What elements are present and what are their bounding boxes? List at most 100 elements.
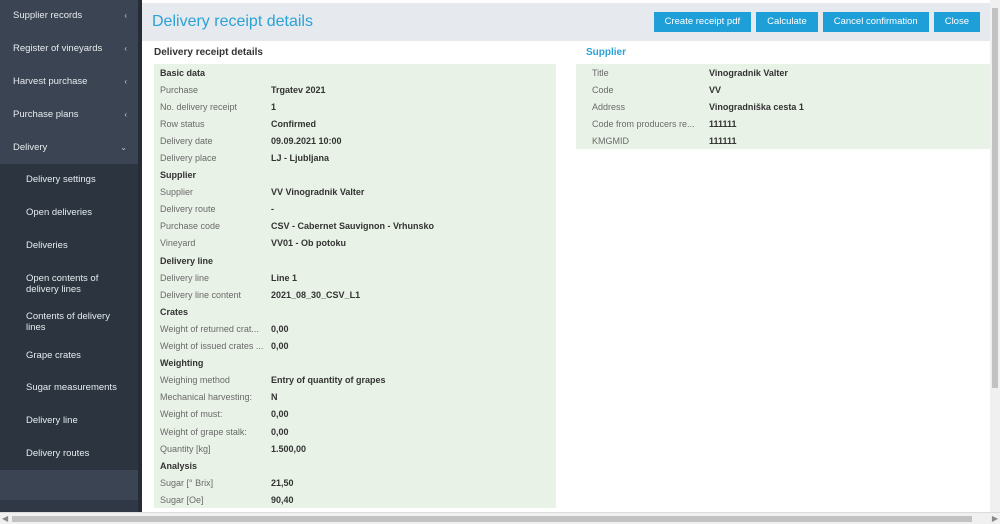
sidebar-subitem-label: Delivery routes	[26, 447, 90, 459]
cancel-confirmation-button[interactable]: Cancel confirmation	[822, 12, 929, 32]
field-label: Delivery date	[160, 135, 213, 146]
field-value: Vinogradniška cesta 1	[709, 101, 804, 112]
group-label: Basic data	[160, 67, 206, 78]
field-value: Line 1	[271, 272, 298, 283]
field-row: Delivery place LJ - Ljubljana	[154, 149, 556, 166]
close-button[interactable]: Close	[933, 12, 980, 32]
field-label: Address	[592, 101, 626, 112]
field-row: Code from producers re... 111111	[576, 115, 990, 132]
field-row: Sugar [Oe] 90,40	[154, 491, 556, 508]
field-label: Sugar [° Brix]	[160, 477, 214, 488]
scroll-right-icon[interactable]: ▶	[992, 514, 998, 523]
sidebar-subitem-delivery-line[interactable]: Delivery line	[0, 404, 138, 438]
sidebar-subitem-open-deliveries[interactable]: Open deliveries	[0, 196, 138, 230]
field-value: 90,40	[271, 494, 294, 505]
field-value: Trgatev 2021	[271, 84, 326, 95]
vertical-scrollbar[interactable]	[990, 0, 1000, 512]
field-value: 0,00	[271, 323, 289, 334]
sidebar-subitem-label: Deliveries	[26, 239, 68, 251]
chevron-left-icon: ‹	[124, 11, 127, 21]
field-value: VV01 - Ob potoku	[271, 238, 347, 249]
sidebar-subitem-open-contents-of-delivery-lines[interactable]: Open contents of delivery lines	[0, 262, 138, 307]
sidebar-subitem-contents-of-delivery-lines[interactable]: Contents of delivery lines	[0, 306, 138, 340]
field-row: Title Vinogradnik Valter	[576, 64, 990, 81]
field-row: Delivery line content 2021_08_30_CSV_L1	[154, 286, 556, 303]
field-value: 09.09.2021 10:00	[271, 135, 342, 146]
sidebar-subitem-grape-crates[interactable]: Grape crates	[0, 339, 138, 372]
sidebar-subitem-label: Delivery line	[26, 415, 78, 427]
field-label: Row status	[160, 118, 205, 129]
field-label: No. delivery receipt	[160, 101, 238, 112]
field-row: KMGMID 111111	[576, 132, 990, 149]
field-value: Vinogradnik Valter	[709, 67, 788, 78]
group-header: Basic data	[154, 64, 556, 81]
sidebar-subitem-label: Open contents of delivery lines	[26, 272, 99, 295]
field-label: Purchase	[160, 84, 199, 95]
field-value: Entry of quantity of grapes	[271, 375, 386, 386]
section-title: Delivery receipt details	[154, 47, 263, 58]
horizontal-scrollbar[interactable]: ◀ ▶	[0, 512, 1000, 524]
create-receipt-pdf-button[interactable]: Create receipt pdf	[653, 12, 752, 32]
field-row: Weight of returned crat... 0,00	[154, 320, 556, 337]
field-value: 0,00	[271, 426, 289, 437]
sidebar-item-label: Supplier records	[13, 10, 83, 22]
field-value: LJ - Ljubljana	[271, 153, 330, 164]
field-label: Code	[592, 84, 614, 95]
main-content: Delivery receipt details Create receipt …	[142, 0, 990, 512]
header-actions: Create receipt pdf Calculate Cancel conf…	[653, 12, 980, 32]
field-label: Vineyard	[160, 238, 196, 249]
field-label: Delivery line content	[160, 289, 242, 300]
sidebar-item-label: Register of vineyards	[13, 43, 103, 55]
group-label: Delivery line	[160, 255, 214, 266]
field-row: No. delivery receipt 1	[154, 98, 556, 115]
field-row: Quantity [kg] 1.500,00	[154, 440, 556, 457]
sidebar-subitem-sugar-measurements[interactable]: Sugar measurements	[0, 371, 138, 405]
sidebar-subitem-delivery-settings[interactable]: Delivery settings	[0, 163, 138, 197]
field-label: Weight of must:	[160, 409, 223, 420]
sidebar-item-register-of-vineyards[interactable]: Register of vineyards ‹	[0, 32, 138, 66]
calculate-button[interactable]: Calculate	[756, 12, 818, 32]
field-value: CSV - Cabernet Sauvignon - Vrhunsko	[271, 221, 435, 232]
scrollbar-thumb[interactable]	[992, 8, 998, 388]
scrollbar-thumb[interactable]	[12, 516, 972, 522]
chevron-left-icon: ‹	[124, 76, 127, 86]
sidebar-item-delivery[interactable]: Delivery ⌄	[0, 131, 138, 164]
field-label: Delivery place	[160, 153, 217, 164]
field-row: Purchase Trgatev 2021	[154, 81, 556, 98]
delivery-receipt-panel: Delivery receipt details Basic data Purch…	[154, 46, 556, 512]
field-row: Code VV	[576, 81, 990, 98]
field-label: Weight of issued crates ...	[160, 341, 264, 352]
sidebar-subitem-label: Sugar measurements	[26, 382, 117, 394]
field-row: Purchase code CSV - Cabernet Sauvignon - …	[154, 218, 556, 235]
field-value: -	[271, 204, 274, 215]
sidebar-item-supplier-records[interactable]: Supplier records ‹	[0, 0, 138, 33]
field-row: Vineyard VV01 - Ob potoku	[154, 235, 556, 252]
field-label: Title	[592, 67, 609, 78]
sidebar-item-label: Purchase plans	[13, 108, 79, 120]
field-value: 111111	[709, 135, 737, 146]
supplier-grid: Title Vinogradnik Valter Code VV Address Vino…	[576, 64, 990, 150]
field-row: Weight of grape stalk: 0,00	[154, 423, 556, 440]
sidebar-subitem-delivery-routes[interactable]: Delivery routes	[0, 437, 138, 471]
sidebar-subitem-deliveries[interactable]: Deliveries	[0, 229, 138, 263]
field-value: VV	[709, 84, 722, 95]
field-value: N	[271, 392, 278, 403]
sidebar-item-purchase-plans[interactable]: Purchase plans ‹	[0, 98, 138, 132]
sidebar-item-partial[interactable]	[0, 470, 138, 501]
field-value: 2021_08_30_CSV_L1	[271, 289, 361, 300]
chevron-left-icon: ‹	[124, 109, 127, 119]
chevron-down-icon: ⌄	[120, 142, 127, 152]
sidebar: Supplier records ‹ Register of vineyards…	[0, 0, 138, 512]
sidebar-subitem-label: Open deliveries	[26, 207, 93, 219]
field-value: Confirmed	[271, 118, 316, 129]
scroll-left-icon[interactable]: ◀	[2, 514, 8, 523]
field-label: Code from producers re...	[592, 118, 695, 129]
chevron-left-icon: ‹	[124, 44, 127, 54]
field-row: Sugar [° Brix] 21,50	[154, 474, 556, 491]
field-label: Delivery route	[160, 204, 216, 215]
field-row: Mechanical harvesting: N	[154, 389, 556, 406]
sidebar-item-harvest-purchase[interactable]: Harvest purchase ‹	[0, 65, 138, 99]
section-title: Supplier	[586, 47, 627, 58]
sidebar-subitem-label: Delivery settings	[26, 174, 96, 186]
field-value: 0,00	[271, 341, 289, 352]
